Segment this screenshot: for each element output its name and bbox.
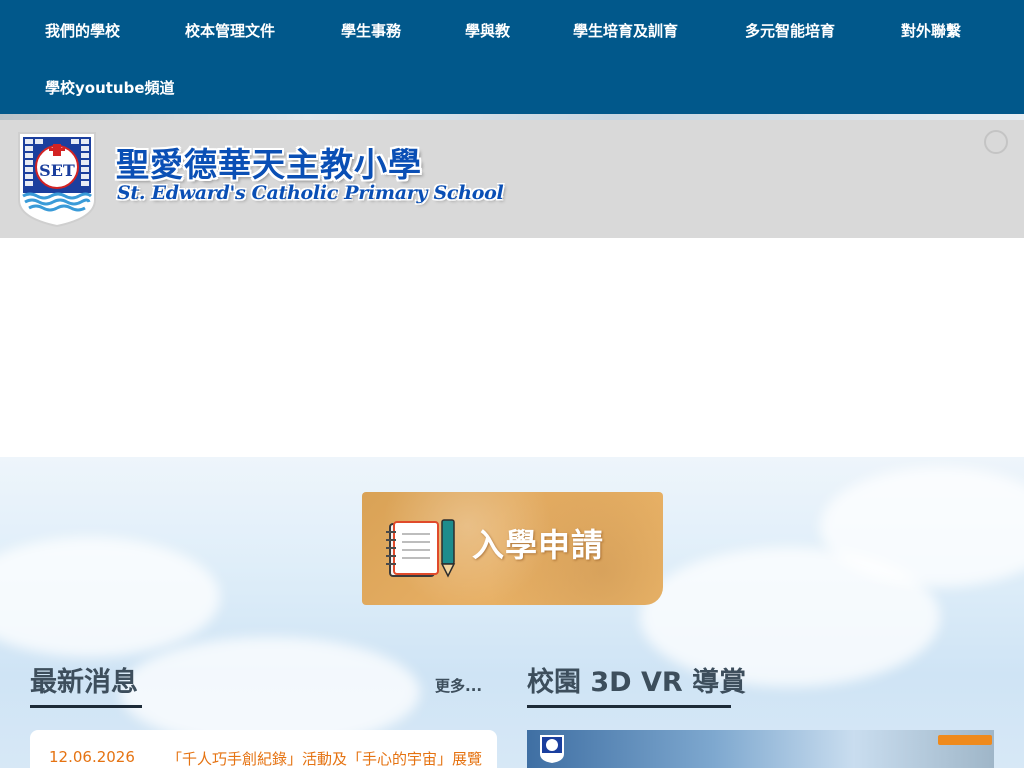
news-list-item[interactable]: 12.06.2026 「千人巧手創紀錄」活動及「手心的宇宙」展覽: [30, 730, 497, 768]
banner-placeholder: [0, 238, 1024, 457]
news-headline-link[interactable]: 「千人巧手創紀錄」活動及「手心的宇宙」展覽: [167, 748, 485, 768]
news-section-title: 最新消息: [30, 667, 138, 698]
vr-section-title: 校園 3D VR 導賞: [527, 667, 747, 698]
admission-banner-button[interactable]: 入學申請: [362, 492, 663, 605]
main-content: 入學申請 最新消息 更多... 12.06.2026 「千人巧手創紀錄」活動及「…: [0, 457, 1024, 768]
vr-play-badge: [938, 735, 992, 745]
svg-text:SET: SET: [39, 161, 75, 180]
vr-tour-thumbnail[interactable]: [527, 730, 994, 768]
loading-spinner-icon: [984, 130, 1008, 154]
nav-item-student-affairs[interactable]: 學生事務: [341, 20, 401, 41]
school-header: SET 聖愛德華天主教小學 St. Edward's Catholic Prim…: [0, 114, 1024, 238]
nav-item-learning-teaching[interactable]: 學與教: [465, 20, 510, 41]
school-name-chinese: 聖愛德華天主教小學: [116, 145, 422, 184]
vr-title-underline: [527, 705, 731, 708]
nav-item-multiple-intelligences[interactable]: 多元智能培育: [745, 20, 835, 41]
nav-item-our-school[interactable]: 我們的學校: [45, 20, 120, 41]
news-more-link[interactable]: 更多...: [435, 675, 482, 696]
news-title-underline: [30, 705, 142, 708]
school-name-english: St. Edward's Catholic Primary School: [117, 182, 504, 204]
school-crest-small-icon: [540, 735, 564, 763]
header-banner-strip: [0, 114, 1024, 120]
news-date: 12.06.2026: [49, 748, 135, 766]
school-crest-icon[interactable]: SET: [16, 130, 98, 228]
top-navigation: 我們的學校 校本管理文件 學生事務 學與教 學生培育及訓育 多元智能培育 對外聯…: [0, 0, 1024, 114]
nav-item-student-guidance[interactable]: 學生培育及訓育: [573, 20, 678, 41]
cloud-decoration: [0, 537, 220, 657]
admission-label: 入學申請: [472, 526, 605, 564]
nav-item-external-liaison[interactable]: 對外聯繫: [901, 20, 961, 41]
notebook-pencil-icon: [386, 519, 456, 578]
nav-item-school-documents[interactable]: 校本管理文件: [185, 20, 275, 41]
nav-item-youtube-channel[interactable]: 學校youtube頻道: [45, 77, 175, 98]
